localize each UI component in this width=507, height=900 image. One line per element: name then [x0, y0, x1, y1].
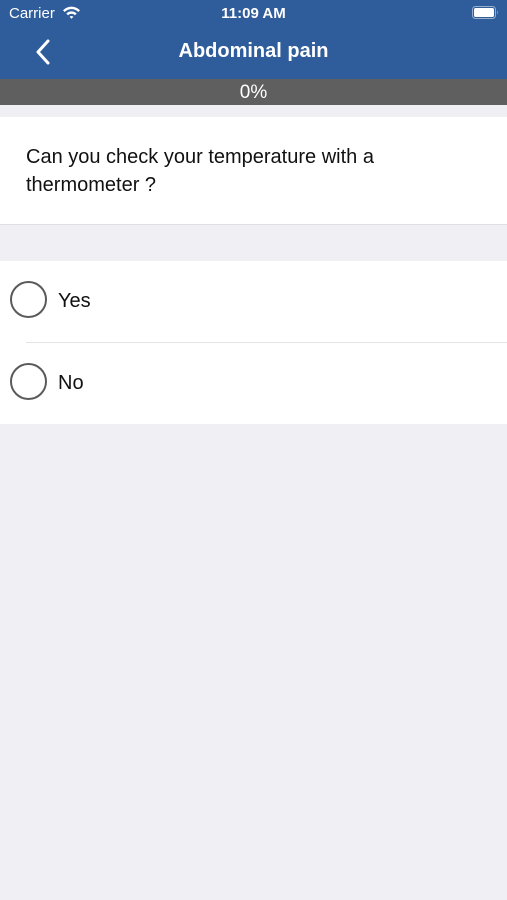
option-yes[interactable]: Yes — [0, 261, 507, 341]
progress-bar: 0% — [0, 79, 507, 105]
navigation-bar: Abdominal pain — [0, 28, 507, 79]
answer-options: Yes No — [0, 261, 507, 424]
question-text: Can you check your temperature with a th… — [26, 146, 374, 196]
option-no[interactable]: No — [0, 343, 507, 423]
option-label: No — [58, 372, 84, 394]
progress-label: 0% — [239, 82, 268, 103]
page-title: Abdominal pain — [178, 40, 329, 62]
radio-button[interactable] — [10, 363, 47, 400]
clock: 11:09 AM — [221, 5, 286, 22]
app-header: Carrier 11:09 AM Abdominal pain — [0, 0, 507, 79]
option-label: Yes — [58, 290, 91, 312]
question-card: Can you check your temperature with a th… — [0, 117, 507, 225]
status-bar: Carrier 11:09 AM — [0, 0, 507, 28]
radio-button[interactable] — [10, 281, 47, 318]
battery-icon — [472, 6, 498, 19]
